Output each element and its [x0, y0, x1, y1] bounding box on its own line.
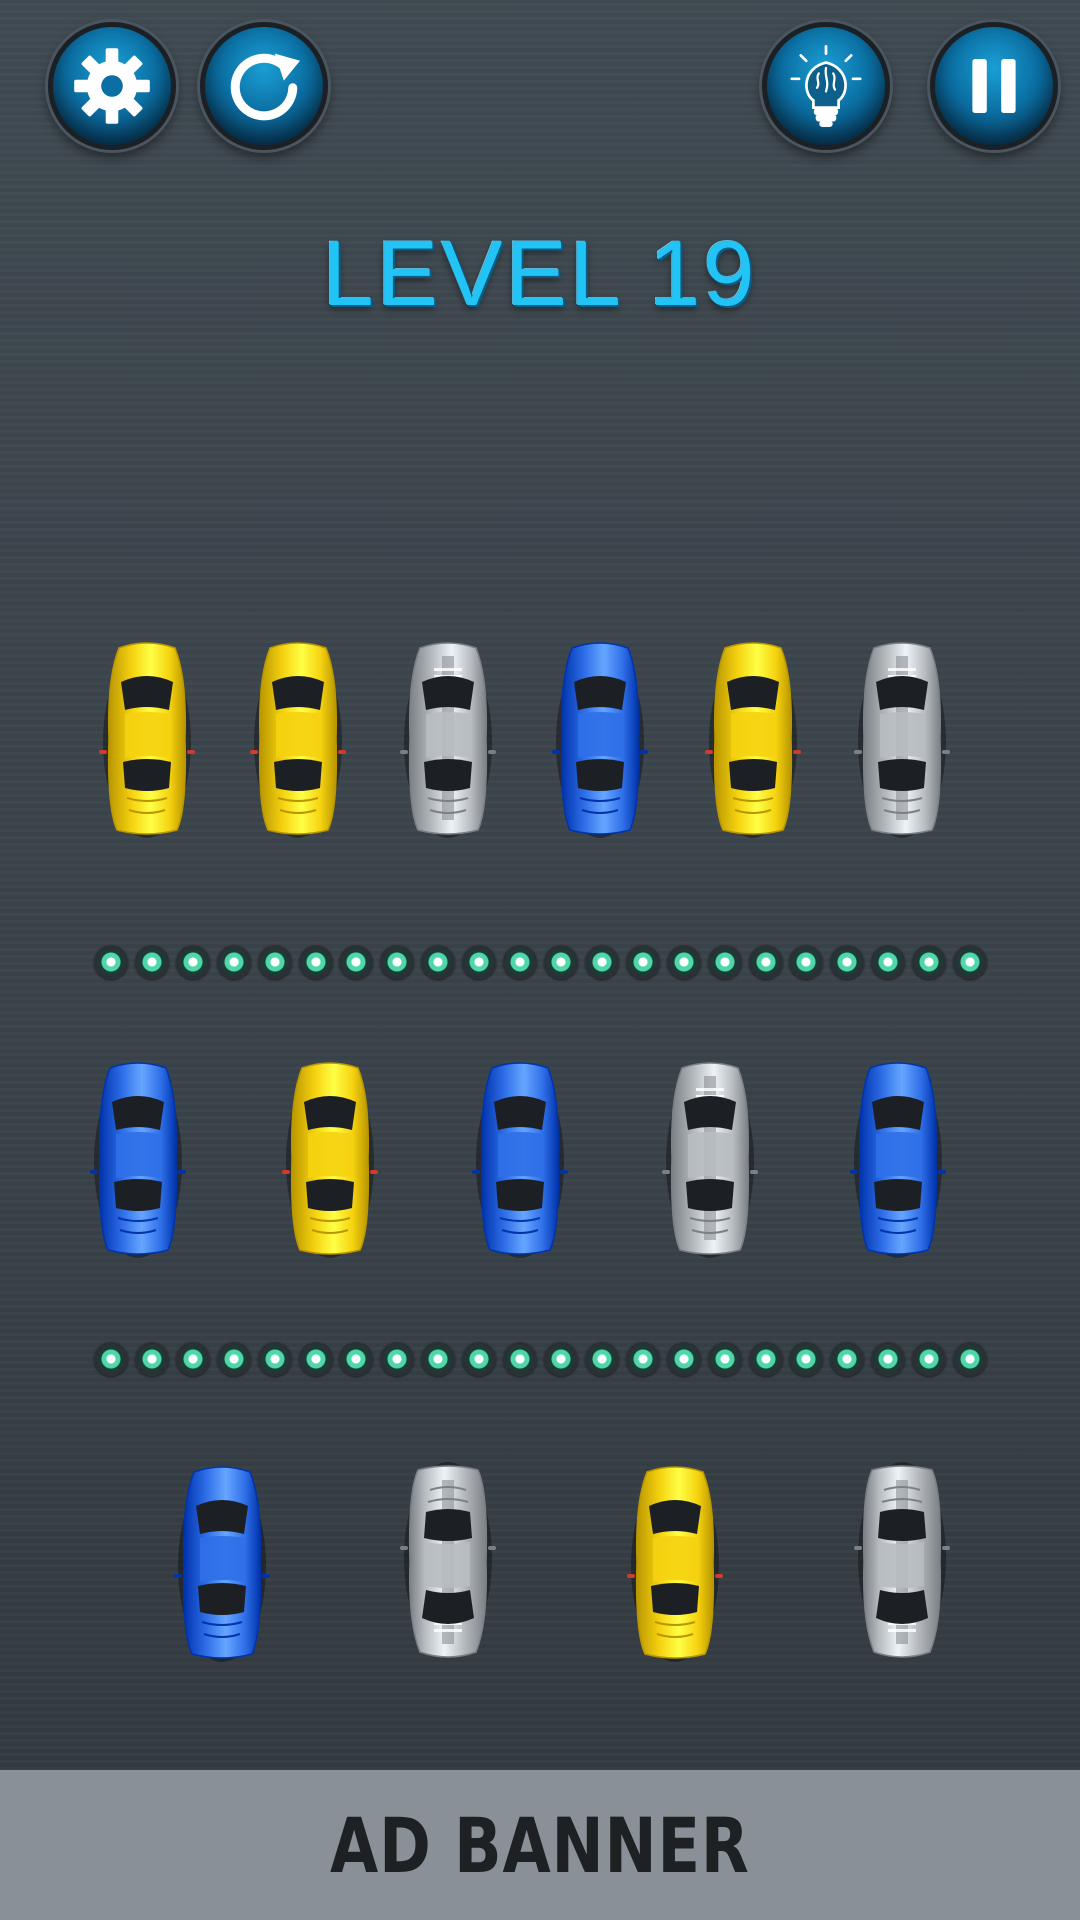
car-silver[interactable]: [660, 1058, 760, 1258]
car-silver[interactable]: [398, 638, 498, 838]
divider-dot: [871, 1342, 905, 1376]
car-yellow[interactable]: [703, 638, 803, 838]
car-blue[interactable]: [172, 1462, 272, 1662]
divider-dot: [830, 1342, 864, 1376]
divider-dot: [339, 1342, 373, 1376]
divider-dot: [585, 1342, 619, 1376]
car-yellow[interactable]: [280, 1058, 380, 1258]
divider-dot: [421, 1342, 455, 1376]
pause-button[interactable]: [930, 22, 1058, 150]
restart-button[interactable]: [200, 22, 328, 150]
divider-dot: [421, 945, 455, 979]
divider-dots-row-1: [94, 945, 994, 979]
divider-dot: [217, 945, 251, 979]
car-yellow[interactable]: [625, 1462, 725, 1662]
restart-icon: [230, 53, 300, 121]
divider-dot: [789, 945, 823, 979]
divider-dot: [667, 1342, 701, 1376]
divider-dot: [339, 945, 373, 979]
divider-dot: [299, 945, 333, 979]
divider-dot: [626, 1342, 660, 1376]
divider-dot: [708, 1342, 742, 1376]
car-blue[interactable]: [470, 1058, 570, 1258]
divider-dot: [94, 945, 128, 979]
car-blue[interactable]: [848, 1058, 948, 1258]
car-row-3: [0, 1462, 1080, 1682]
car-yellow[interactable]: [97, 638, 197, 838]
divider-dot: [830, 945, 864, 979]
divider-dot: [135, 945, 169, 979]
lightbulb-brain-icon: [790, 45, 862, 127]
car-silver[interactable]: [398, 1462, 498, 1662]
divider-dot: [462, 1342, 496, 1376]
divider-dot: [217, 1342, 251, 1376]
car-silver[interactable]: [852, 1462, 952, 1662]
divider-dot: [380, 1342, 414, 1376]
settings-button[interactable]: [48, 22, 176, 150]
car-blue[interactable]: [550, 638, 650, 838]
divider-dot: [380, 945, 414, 979]
car-row-1: [0, 638, 1080, 858]
divider-dot: [258, 1342, 292, 1376]
divider-dots-row-2: [94, 1342, 994, 1376]
pause-icon: [972, 59, 1016, 113]
divider-dot: [258, 945, 292, 979]
ad-banner-label: AD BANNER: [330, 1800, 750, 1890]
car-silver[interactable]: [852, 638, 952, 838]
divider-dot: [871, 945, 905, 979]
car-yellow[interactable]: [248, 638, 348, 838]
divider-dot: [503, 945, 537, 979]
ad-banner[interactable]: AD BANNER: [0, 1770, 1080, 1920]
hint-button[interactable]: [762, 22, 890, 150]
divider-dot: [544, 945, 578, 979]
divider-dot: [94, 1342, 128, 1376]
divider-dot: [708, 945, 742, 979]
divider-dot: [299, 1342, 333, 1376]
divider-dot: [953, 1342, 987, 1376]
divider-dot: [912, 945, 946, 979]
level-title: LEVEL 19: [322, 223, 758, 325]
divider-dot: [953, 945, 987, 979]
divider-dot: [176, 945, 210, 979]
divider-dot: [749, 945, 783, 979]
divider-dot: [135, 1342, 169, 1376]
divider-dot: [789, 1342, 823, 1376]
car-row-2: [0, 1058, 1080, 1278]
car-blue[interactable]: [88, 1058, 188, 1258]
divider-dot: [585, 945, 619, 979]
divider-dot: [462, 945, 496, 979]
divider-dot: [749, 1342, 783, 1376]
divider-dot: [626, 945, 660, 979]
divider-dot: [544, 1342, 578, 1376]
divider-dot: [667, 945, 701, 979]
divider-dot: [503, 1342, 537, 1376]
divider-dot: [912, 1342, 946, 1376]
divider-dot: [176, 1342, 210, 1376]
gear-icon: [74, 48, 150, 124]
